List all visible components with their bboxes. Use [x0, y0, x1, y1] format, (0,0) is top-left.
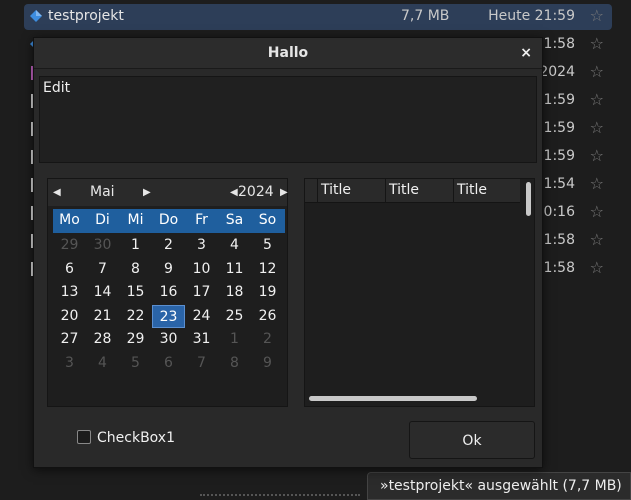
star-icon[interactable]: ☆: [590, 62, 604, 81]
background-fragment: [200, 494, 360, 500]
calendar-day[interactable]: 31: [185, 328, 218, 351]
calendar-day[interactable]: 3: [185, 234, 218, 257]
calendar-day[interactable]: 18: [218, 281, 251, 304]
calendar-day[interactable]: 13: [53, 281, 86, 304]
file-row-selected[interactable]: testprojekt 7,7 MB Heute 21:59 ☆: [24, 4, 612, 30]
ok-button[interactable]: Ok: [409, 421, 535, 459]
checkbox-1[interactable]: CheckBox1: [77, 430, 175, 446]
calendar-navigation: ◀ Mai ▶ ◀ 2024 ▶: [48, 179, 288, 206]
table-header: Title Title Title: [305, 179, 520, 203]
calendar-day[interactable]: 17: [185, 281, 218, 304]
weekday-label: Mi: [127, 212, 144, 228]
weekday-label: So: [258, 212, 277, 228]
dialog-window: Hallo × Edit ◀ Mai ▶ ◀ 2024 ▶ Mo Di Mi Do Fr…: [33, 37, 543, 468]
calendar-day[interactable]: 4: [86, 352, 119, 375]
weekday-label: Mo: [59, 212, 80, 228]
calendar-day[interactable]: 5: [119, 352, 152, 375]
edit-textarea[interactable]: Edit: [39, 76, 537, 163]
calendar-day[interactable]: 21: [86, 305, 119, 328]
calendar-day[interactable]: 30: [86, 234, 119, 257]
calendar-day[interactable]: 1: [218, 328, 251, 351]
calendar-day[interactable]: 6: [152, 352, 185, 375]
file-size: 7,7 MB: [401, 8, 450, 24]
file-time: Heute 21:59: [488, 8, 575, 24]
diamond-file-icon: [30, 10, 42, 22]
star-icon[interactable]: ☆: [590, 230, 604, 249]
calendar-day[interactable]: 27: [53, 328, 86, 351]
checkbox-label: CheckBox1: [97, 430, 175, 446]
calendar-day[interactable]: 8: [119, 258, 152, 281]
checkbox-box[interactable]: [77, 430, 91, 444]
weekday-label: Fr: [195, 212, 208, 228]
calendar-day[interactable]: 28: [86, 328, 119, 351]
calendar-day[interactable]: 4: [218, 234, 251, 257]
column-header[interactable]: Title: [317, 179, 385, 203]
calendar-day[interactable]: 12: [251, 258, 284, 281]
arrow-left-icon[interactable]: ◀: [230, 187, 238, 198]
calendar-day[interactable]: 1: [119, 234, 152, 257]
calendar-day[interactable]: 20: [53, 305, 86, 328]
calendar-year[interactable]: 2024: [238, 184, 274, 200]
calendar-daynames: Mo Di Mi Do Fr Sa So: [53, 209, 285, 233]
star-icon[interactable]: ☆: [590, 202, 604, 221]
calendar-day[interactable]: 26: [251, 305, 284, 328]
calendar-day[interactable]: 22: [119, 305, 152, 328]
calendar-day[interactable]: 14: [86, 281, 119, 304]
weekday-label: Do: [158, 212, 179, 228]
dialog-titlebar[interactable]: Hallo ×: [34, 38, 542, 69]
calendar-day[interactable]: 7: [86, 258, 119, 281]
calendar-day[interactable]: 2: [152, 234, 185, 257]
star-icon[interactable]: ☆: [590, 174, 604, 193]
calendar-day[interactable]: 23: [152, 304, 185, 328]
column-header[interactable]: Title: [385, 179, 453, 203]
calendar-day[interactable]: 29: [119, 328, 152, 351]
status-bar: »testprojekt« ausgewählt (7,7 MB): [367, 472, 631, 500]
star-icon[interactable]: ☆: [590, 146, 604, 165]
calendar-widget: ◀ Mai ▶ ◀ 2024 ▶ Mo Di Mi Do Fr Sa So 29 30 1 2 3 4…: [47, 178, 288, 407]
table-view: Title Title Title: [304, 178, 535, 407]
close-icon[interactable]: ×: [520, 45, 532, 61]
calendar-day[interactable]: 9: [251, 352, 284, 375]
calendar-day[interactable]: 10: [185, 258, 218, 281]
calendar-day[interactable]: 30: [152, 328, 185, 351]
file-time: 2024: [539, 64, 575, 80]
calendar-day[interactable]: 16: [152, 281, 185, 304]
arrow-right-icon[interactable]: ▶: [280, 187, 288, 198]
calendar-day[interactable]: 7: [185, 352, 218, 375]
calendar-day[interactable]: 24: [185, 305, 218, 328]
weekday-label: Di: [95, 212, 110, 228]
weekday-label: Sa: [225, 212, 244, 228]
vertical-scrollbar[interactable]: [526, 182, 531, 216]
calendar-day[interactable]: 29: [53, 234, 86, 257]
calendar-day[interactable]: 6: [53, 258, 86, 281]
calendar-day[interactable]: 15: [119, 281, 152, 304]
calendar-day[interactable]: 11: [218, 258, 251, 281]
calendar-day[interactable]: 25: [218, 305, 251, 328]
screen: testprojekt 7,7 MB Heute 21:59 ☆ 1:58 ☆ …: [0, 0, 631, 500]
calendar-day[interactable]: 2: [251, 328, 284, 351]
star-icon[interactable]: ☆: [590, 34, 604, 53]
dialog-title: Hallo: [267, 45, 309, 61]
file-name: testprojekt: [48, 8, 124, 24]
calendar-month[interactable]: Mai: [90, 184, 115, 200]
file-time: 1:58: [543, 36, 575, 52]
arrow-left-icon[interactable]: ◀: [53, 187, 61, 198]
calendar-day[interactable]: 9: [152, 258, 185, 281]
star-icon[interactable]: ☆: [590, 6, 604, 25]
calendar-day[interactable]: 19: [251, 281, 284, 304]
calendar-day[interactable]: 8: [218, 352, 251, 375]
calendar-day[interactable]: 5: [251, 234, 284, 257]
arrow-right-icon[interactable]: ▶: [143, 187, 151, 198]
calendar-day[interactable]: 3: [53, 352, 86, 375]
star-icon[interactable]: ☆: [590, 90, 604, 109]
column-header[interactable]: Title: [453, 179, 520, 203]
star-icon[interactable]: ☆: [590, 118, 604, 137]
star-icon[interactable]: ☆: [590, 258, 604, 277]
horizontal-scrollbar[interactable]: [309, 396, 477, 401]
